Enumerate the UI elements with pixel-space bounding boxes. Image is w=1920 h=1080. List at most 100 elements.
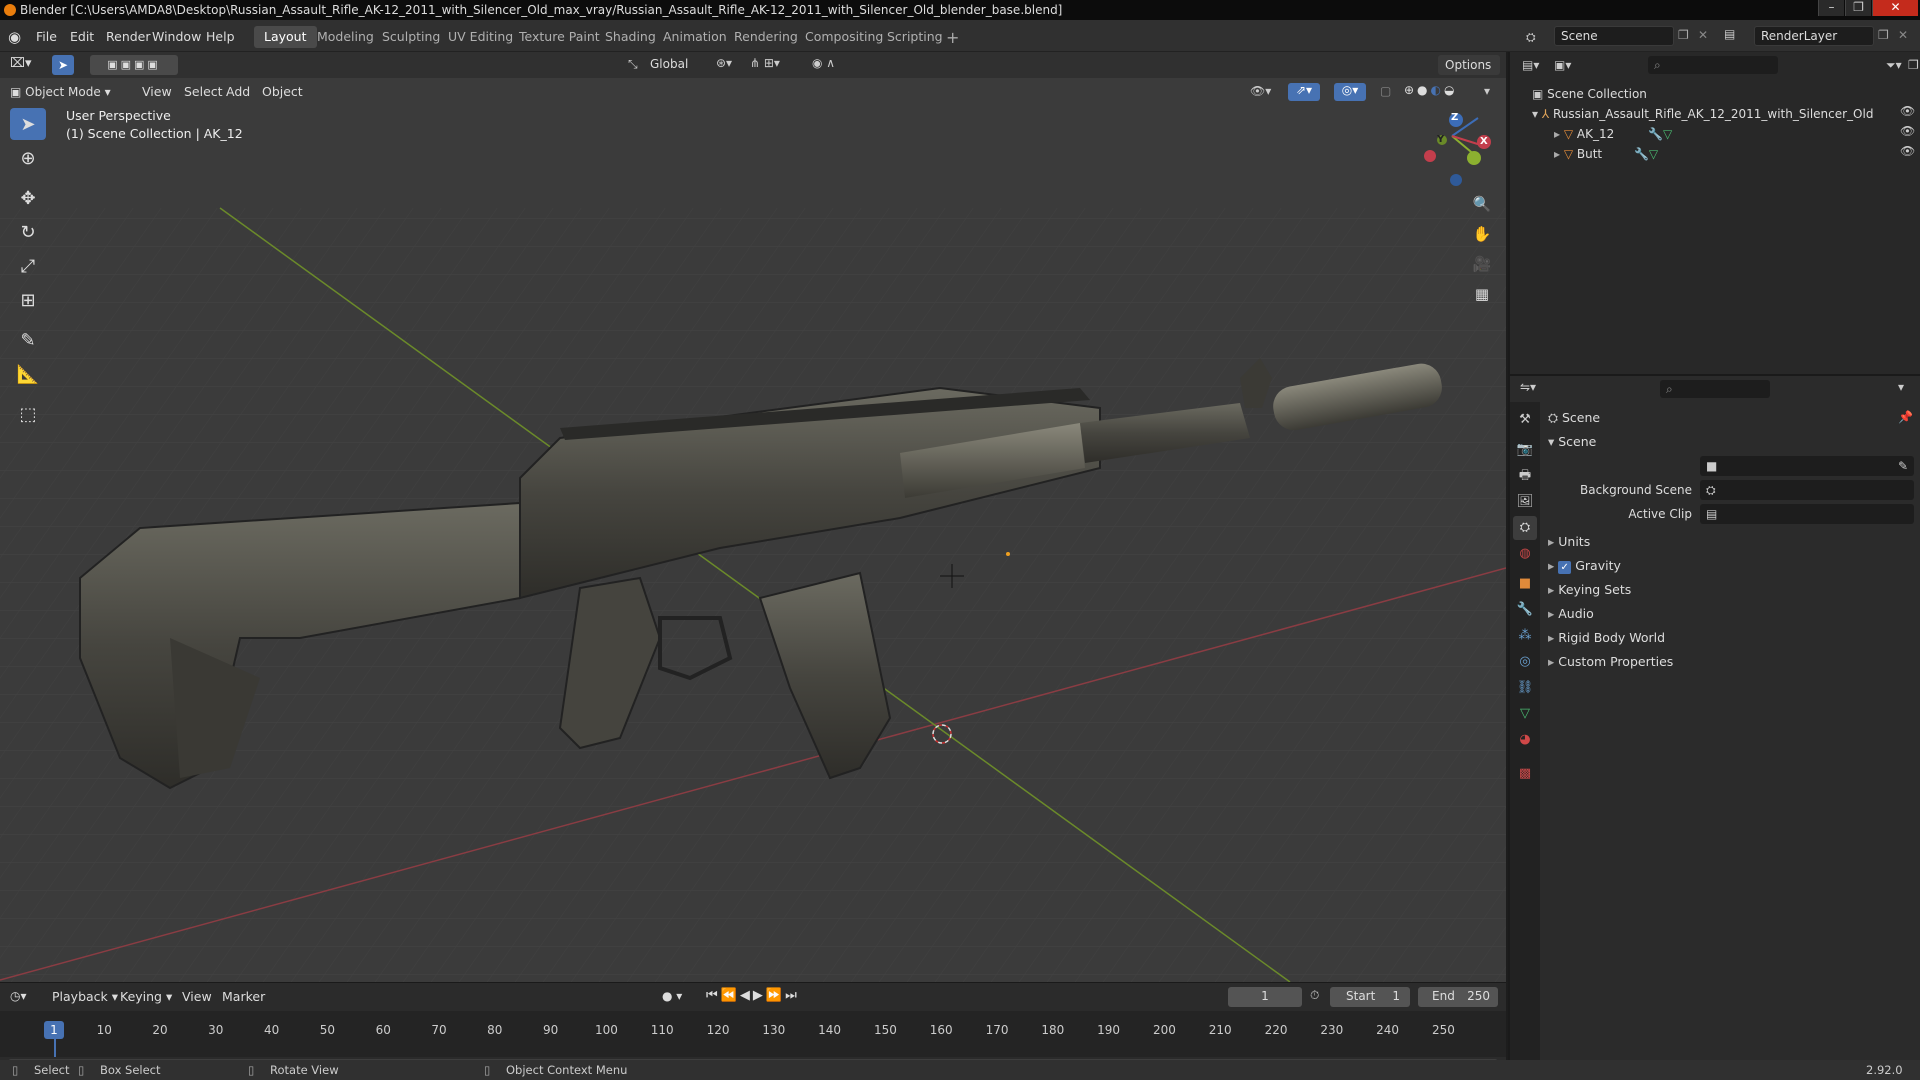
outliner-row-collection[interactable]: ▾ ⅄ Russian_Assault_Rifle_AK_12_2011_wit… xyxy=(1532,104,1873,124)
minimize-button[interactable]: – xyxy=(1818,0,1844,16)
viewport-menu-object[interactable]: Object xyxy=(256,82,309,102)
select-tool-icon[interactable]: ➤ xyxy=(52,55,74,75)
visibility-eye-icon[interactable]: 👁 xyxy=(1900,144,1915,158)
move-tool-icon[interactable]: ✥ xyxy=(10,182,46,214)
gizmo-z-label[interactable]: Z xyxy=(1451,112,1458,123)
select-box-tool-icon[interactable]: ➤ xyxy=(10,108,46,140)
maximize-button[interactable]: ❐ xyxy=(1845,0,1871,16)
properties-editor-type-icon[interactable]: ⇋▾ xyxy=(1520,380,1536,394)
eyedropper-icon[interactable]: ✎ xyxy=(1898,456,1908,476)
mesh-data-icon[interactable]: ▽ xyxy=(1663,127,1672,141)
add-workspace-icon[interactable]: + xyxy=(946,28,959,47)
outliner-search-input[interactable]: ⌕ xyxy=(1648,56,1778,74)
timeline-track[interactable]: 10 20 30 40 50 60 70 80 90 100 110 120 130 140 150 160 1… xyxy=(0,1011,1506,1057)
display-mode-icon[interactable]: ▣▾ xyxy=(1554,58,1571,72)
object-tab-icon[interactable]: ■ xyxy=(1513,572,1537,596)
viewport-menu-view[interactable]: View xyxy=(136,82,178,102)
scene-name-field[interactable]: Scene xyxy=(1554,26,1674,46)
particles-tab-icon[interactable]: ⁂ xyxy=(1513,624,1537,648)
new-scene-icon[interactable]: ❐ xyxy=(1678,28,1689,42)
start-frame-field[interactable]: Start 1 xyxy=(1330,987,1410,1007)
timeline-menu-playback[interactable]: Playback ▾ xyxy=(46,987,124,1007)
rigid-body-world-panel-header[interactable]: ▸ Rigid Body World xyxy=(1548,628,1665,648)
gizmo-toggle-icon[interactable]: ⇗▾ xyxy=(1288,83,1320,101)
camera-view-icon[interactable]: 🎥 xyxy=(1468,250,1496,278)
timeline-menu-view[interactable]: View xyxy=(176,987,218,1007)
options-dropdown[interactable]: Options xyxy=(1438,55,1500,75)
outliner-editor-type-icon[interactable]: ▤▾ xyxy=(1522,58,1539,72)
expand-arrow-icon[interactable]: ▸ xyxy=(1554,127,1564,141)
preview-range-icon[interactable]: ⏱ xyxy=(1310,988,1319,1003)
cursor-tool-icon[interactable]: ⊕ xyxy=(10,142,46,174)
menu-file[interactable]: File xyxy=(30,27,63,47)
timeline-menu-keying[interactable]: Keying ▾ xyxy=(114,987,178,1007)
3d-viewport[interactable]: Z X Y User Perspective (1) Scene Collect… xyxy=(0,78,1506,982)
camera-field[interactable]: ■ ✎ xyxy=(1700,456,1914,476)
end-frame-field[interactable]: End 250 xyxy=(1418,987,1498,1007)
xray-icon[interactable]: ▢ xyxy=(1380,84,1391,98)
scene-panel-header[interactable]: ▾ Scene xyxy=(1548,432,1596,452)
visibility-icon[interactable]: 👁▾ xyxy=(1250,84,1271,98)
gravity-panel-header[interactable]: ▸ ✓ Gravity xyxy=(1548,556,1621,576)
mesh-data-icon[interactable]: ▽ xyxy=(1649,147,1658,161)
visibility-eye-icon[interactable]: 👁 xyxy=(1900,104,1915,118)
blender-menu-icon[interactable]: ◉ xyxy=(8,28,28,46)
pan-hand-icon[interactable]: ✋ xyxy=(1468,220,1496,248)
timeline-menu-marker[interactable]: Marker xyxy=(216,987,271,1007)
filter-icon[interactable]: ⏷▾ xyxy=(1886,58,1902,73)
menu-help[interactable]: Help xyxy=(200,27,241,47)
constraints-tab-icon[interactable]: ⛓ xyxy=(1513,676,1537,700)
object-mode-dropdown[interactable]: ▣ Object Mode ▾ xyxy=(10,82,118,102)
active-clip-field[interactable]: ▤ xyxy=(1700,504,1914,524)
add-cube-tool-icon[interactable]: ⬚ xyxy=(10,398,46,430)
data-tab-icon[interactable]: ▽ xyxy=(1513,702,1537,726)
overlay-toggle-icon[interactable]: ◎▾ xyxy=(1334,83,1366,101)
transform-orientation-dropdown[interactable]: Global xyxy=(644,55,708,75)
viewport-scene[interactable] xyxy=(0,78,1506,982)
expand-arrow-icon[interactable]: ▸ xyxy=(1554,147,1564,161)
modifier-wrench-icon[interactable]: 🔧 xyxy=(1648,127,1663,141)
close-window-button[interactable]: ✕ xyxy=(1872,0,1918,16)
gravity-checkbox[interactable]: ✓ xyxy=(1558,561,1572,574)
new-collection-icon[interactable]: ❐ xyxy=(1908,58,1919,72)
snap-icon[interactable]: ⋔ ⊞▾ xyxy=(750,56,780,70)
expand-arrow-icon[interactable]: ▾ xyxy=(1532,107,1542,121)
delete-scene-icon[interactable]: ✕ xyxy=(1698,28,1708,42)
modifier-wrench-icon[interactable]: 🔧 xyxy=(1634,147,1649,161)
tab-scripting[interactable]: Scripting xyxy=(877,26,953,48)
texture-tab-icon[interactable]: ▩ xyxy=(1513,762,1537,786)
playhead-frame-label[interactable]: 1 xyxy=(44,1021,64,1039)
visibility-eye-icon[interactable]: 👁 xyxy=(1900,124,1915,138)
gizmo-y-label[interactable]: Y xyxy=(1437,134,1444,145)
rotate-tool-icon[interactable]: ↻ xyxy=(10,216,46,248)
ortho-grid-icon[interactable]: ▦ xyxy=(1468,280,1496,308)
shading-options-icon[interactable]: ▾ xyxy=(1484,84,1490,98)
menu-edit[interactable]: Edit xyxy=(64,27,100,47)
audio-panel-header[interactable]: ▸ Audio xyxy=(1548,604,1594,624)
measure-tool-icon[interactable]: 📐 xyxy=(10,358,46,390)
auto-keying-icon[interactable]: ● ▾ xyxy=(662,989,682,1003)
background-scene-field[interactable]: ⛭ xyxy=(1700,480,1914,500)
outliner-row-scene-collection[interactable]: ▣ Scene Collection xyxy=(1532,84,1647,104)
pivot-point-icon[interactable]: ⊛▾ xyxy=(716,56,732,70)
world-tab-icon[interactable]: ◍ xyxy=(1513,542,1537,566)
annotate-tool-icon[interactable]: ✎ xyxy=(10,324,46,356)
render-tab-icon[interactable]: 📷 xyxy=(1513,438,1537,462)
pin-icon[interactable]: 📌 xyxy=(1898,410,1913,424)
tool-tab-icon[interactable]: ⚒ xyxy=(1513,408,1537,432)
zoom-icon[interactable]: 🔍 xyxy=(1468,190,1496,218)
physics-tab-icon[interactable]: ◎ xyxy=(1513,650,1537,674)
properties-options-icon[interactable]: ▾ xyxy=(1898,380,1904,394)
outliner-row-object[interactable]: ▸ ▽ AK_12 🔧▽ xyxy=(1554,124,1672,144)
timeline-editor-type-icon[interactable]: ◷▾ xyxy=(10,989,27,1003)
proportional-edit-icon[interactable]: ◉ ∧ xyxy=(812,56,835,70)
shading-mode-icons[interactable]: ⊕●◐◒ xyxy=(1404,83,1484,101)
units-panel-header[interactable]: ▸ Units xyxy=(1548,532,1590,552)
menu-window[interactable]: Window xyxy=(146,27,207,47)
gizmo-x-label[interactable]: X xyxy=(1480,136,1488,147)
current-frame-field[interactable]: 1 xyxy=(1228,987,1302,1007)
outliner-row-object[interactable]: ▸ ▽ Butt 🔧▽ xyxy=(1554,144,1658,164)
material-tab-icon[interactable]: ◕ xyxy=(1513,728,1537,752)
new-render-layer-icon[interactable]: ❐ xyxy=(1878,28,1889,42)
render-layer-browse-icon[interactable]: ▤ xyxy=(1724,27,1735,41)
